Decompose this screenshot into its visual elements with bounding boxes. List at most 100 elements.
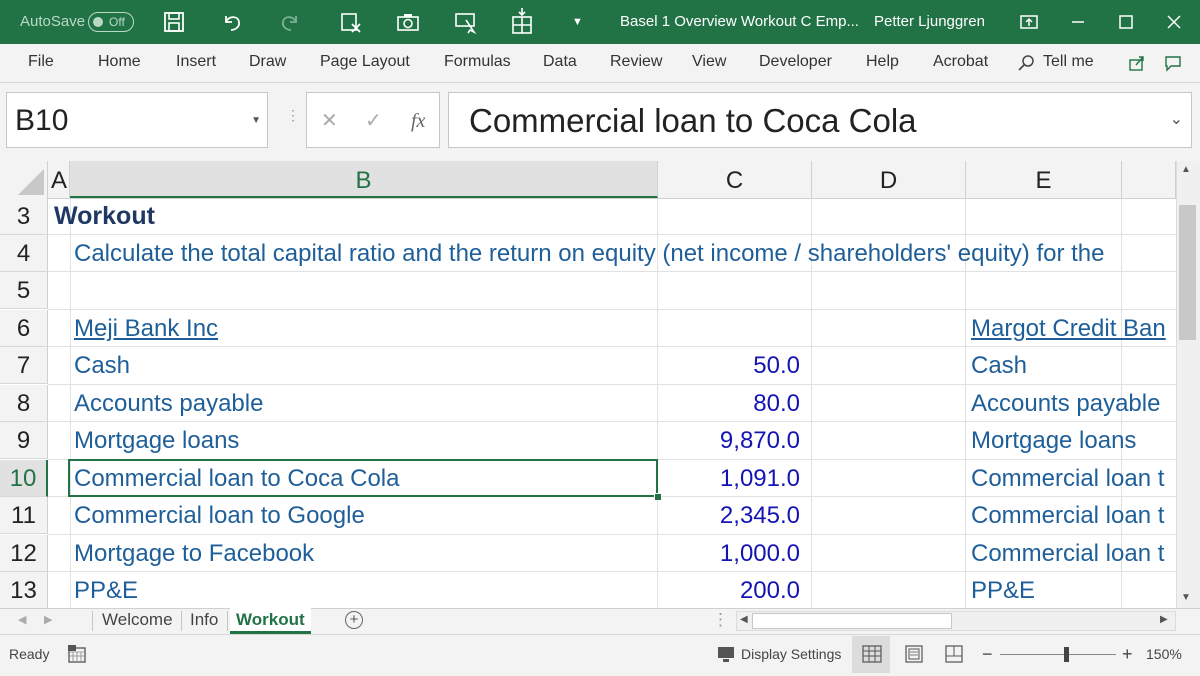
cell-e6[interactable]: Margot Credit Ban	[971, 310, 1175, 347]
row-header-4[interactable]: 4	[0, 235, 48, 272]
tab-data[interactable]: Data	[543, 44, 577, 82]
cell-c13[interactable]: 200.0	[660, 572, 800, 609]
save-icon[interactable]	[160, 8, 188, 36]
scroll-up-icon[interactable]: ▲	[1181, 164, 1191, 175]
next-sheet-icon[interactable]: ▶	[44, 608, 52, 634]
tab-review[interactable]: Review	[610, 44, 662, 82]
zoom-level[interactable]: 150%	[1146, 634, 1182, 675]
prev-sheet-icon[interactable]: ◀	[18, 608, 26, 634]
expand-formula-icon[interactable]: ⌄	[1170, 109, 1183, 129]
scroll-down-icon[interactable]: ▼	[1181, 592, 1191, 603]
cell-b4[interactable]: Calculate the total capital ratio and th…	[74, 235, 1174, 272]
cell-c7[interactable]: 50.0	[660, 347, 800, 384]
zoom-out-icon[interactable]: −	[982, 634, 993, 675]
cell-b13[interactable]: PP&E	[74, 572, 654, 609]
cell-e12[interactable]: Commercial loan t	[971, 535, 1175, 572]
tab-formulas[interactable]: Formulas	[444, 44, 511, 82]
row-header-11[interactable]: 11	[0, 497, 48, 534]
tab-developer[interactable]: Developer	[759, 44, 832, 82]
select-all-button[interactable]	[0, 161, 48, 198]
tab-home[interactable]: Home	[98, 44, 141, 82]
cell-c8[interactable]: 80.0	[660, 385, 800, 422]
cell-e8[interactable]: Accounts payable	[971, 385, 1175, 422]
macro-record-icon[interactable]	[66, 643, 88, 665]
redo-icon[interactable]	[276, 8, 304, 36]
name-box[interactable]: B10 ▼	[6, 92, 268, 148]
scroll-left-icon[interactable]: ◀	[740, 608, 748, 634]
cell-c9[interactable]: 9,870.0	[660, 422, 800, 459]
touch-mode-icon[interactable]	[452, 8, 480, 36]
share-icon[interactable]	[1127, 53, 1147, 73]
enter-icon[interactable]: ✓	[365, 93, 382, 149]
fill-handle[interactable]	[654, 493, 662, 501]
table-icon[interactable]	[508, 8, 536, 36]
column-header-a[interactable]: A	[48, 161, 70, 198]
autosave-toggle[interactable]: Off	[88, 12, 134, 32]
column-header-f[interactable]	[1122, 161, 1176, 198]
row-header-10[interactable]: 10	[0, 460, 48, 497]
tab-insert[interactable]: Insert	[176, 44, 216, 82]
formula-input[interactable]: Commercial loan to Coca Cola ⌄	[448, 92, 1192, 148]
cell-c12[interactable]: 1,000.0	[660, 535, 800, 572]
sheet-tab-workout[interactable]: Workout	[230, 608, 311, 634]
cell-e11[interactable]: Commercial loan t	[971, 497, 1175, 534]
row-header-13[interactable]: 13	[0, 572, 48, 609]
camera-icon[interactable]	[394, 8, 422, 36]
tab-file[interactable]: File	[28, 44, 54, 82]
row-header-3[interactable]: 3	[0, 198, 48, 235]
maximize-icon[interactable]	[1112, 8, 1140, 36]
cell-b12[interactable]: Mortgage to Facebook	[74, 535, 654, 572]
cell-c10[interactable]: 1,091.0	[660, 460, 800, 497]
cell-e10[interactable]: Commercial loan t	[971, 460, 1175, 497]
insert-function-icon[interactable]: fx	[411, 93, 425, 149]
tab-split-handle-icon[interactable]: ⋮	[712, 608, 729, 634]
zoom-in-icon[interactable]: +	[1122, 634, 1133, 675]
close-icon[interactable]	[1160, 8, 1188, 36]
row-header-8[interactable]: 8	[0, 385, 48, 422]
tab-help[interactable]: Help	[866, 44, 899, 82]
ribbon-display-icon[interactable]	[1015, 8, 1043, 36]
resize-handle-icon[interactable]: ⋮	[286, 108, 300, 122]
horizontal-scroll-thumb[interactable]	[752, 613, 952, 629]
cancel-icon[interactable]: ✕	[321, 93, 338, 149]
row-header-6[interactable]: 6	[0, 310, 48, 347]
column-header-c[interactable]: C	[658, 161, 812, 198]
cell-b7[interactable]: Cash	[74, 347, 654, 384]
cell-a3[interactable]: Workout	[54, 198, 654, 235]
cell-b8[interactable]: Accounts payable	[74, 385, 654, 422]
vertical-scroll-thumb[interactable]	[1179, 205, 1196, 340]
tab-page-layout[interactable]: Page Layout	[320, 44, 410, 82]
column-header-e[interactable]: E	[966, 161, 1122, 198]
page-layout-view-icon[interactable]	[904, 644, 924, 664]
row-header-5[interactable]: 5	[0, 272, 48, 309]
display-settings-button[interactable]: Display Settings	[741, 634, 841, 675]
tab-view[interactable]: View	[692, 44, 726, 82]
column-header-d[interactable]: D	[812, 161, 966, 198]
add-sheet-icon[interactable]: +	[345, 611, 363, 629]
cell-b6[interactable]: Meji Bank Inc	[74, 310, 654, 347]
zoom-slider-track[interactable]	[1000, 654, 1116, 655]
user-name[interactable]: Petter Ljunggren	[874, 0, 985, 44]
sheet-tab-info[interactable]: Info	[190, 608, 218, 634]
tell-me-box[interactable]: Tell me	[1043, 44, 1094, 82]
undo-icon[interactable]	[218, 8, 246, 36]
display-settings-icon[interactable]	[716, 645, 738, 665]
search-icon[interactable]	[1016, 53, 1036, 73]
cell-e9[interactable]: Mortgage loans	[971, 422, 1175, 459]
tab-acrobat[interactable]: Acrobat	[933, 44, 988, 82]
cell-e7[interactable]: Cash	[971, 347, 1175, 384]
scroll-right-icon[interactable]: ▶	[1160, 608, 1168, 634]
customize-toolbar-icon[interactable]: ▼	[572, 0, 583, 44]
clear-format-icon[interactable]	[336, 8, 364, 36]
cell-b9[interactable]: Mortgage loans	[74, 422, 654, 459]
cell-c11[interactable]: 2,345.0	[660, 497, 800, 534]
zoom-slider-thumb[interactable]	[1064, 647, 1069, 662]
minimize-icon[interactable]	[1064, 8, 1092, 36]
row-header-7[interactable]: 7	[0, 347, 48, 384]
row-header-12[interactable]: 12	[0, 535, 48, 572]
cell-e13[interactable]: PP&E	[971, 572, 1175, 609]
comments-icon[interactable]	[1163, 53, 1183, 73]
column-header-b[interactable]: B	[70, 161, 658, 198]
cell-b11[interactable]: Commercial loan to Google	[74, 497, 654, 534]
row-header-9[interactable]: 9	[0, 422, 48, 459]
